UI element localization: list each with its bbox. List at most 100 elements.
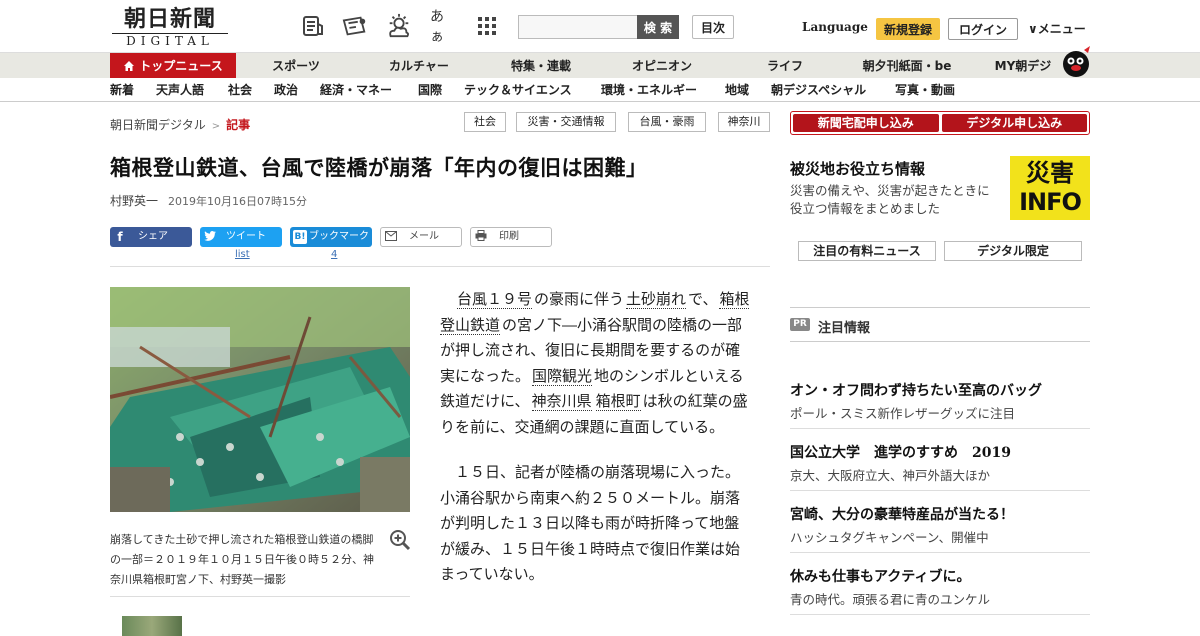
tag-link[interactable]: 台風・豪雨	[628, 112, 706, 132]
weather-icon[interactable]	[386, 13, 412, 38]
divider	[110, 266, 770, 267]
toc-button[interactable]: 目次	[692, 15, 734, 39]
promo-title[interactable]: 宮崎、大分の豪華特産品が当たる！	[790, 504, 1014, 524]
tag-link[interactable]: 災害・交通情報	[516, 112, 616, 132]
keyword-link[interactable]: 台風１９号	[457, 290, 533, 309]
language-link[interactable]: Language	[802, 20, 868, 34]
font-size-icon[interactable]: あぁ	[430, 9, 456, 45]
article-headline: 箱根登山鉄道、台風で陸橋が崩落「年内の復旧は困難」	[110, 155, 648, 180]
search-button[interactable]: 検 索	[637, 15, 679, 39]
keyword-link[interactable]: 箱根町	[595, 392, 641, 411]
subscription-icon[interactable]	[342, 14, 368, 38]
nav-top-news[interactable]: トップニュース	[110, 53, 236, 79]
mascot-icon[interactable]	[1060, 44, 1092, 78]
divider	[790, 428, 1090, 429]
sub-nav: 新着 天声人語 社会 政治 経済・マネー 国際 テック＆サイエンス 環境・エネル…	[0, 78, 1200, 102]
logo-subtext: DIGITAL	[112, 33, 228, 48]
promo-subtitle[interactable]: ポール・スミス新作レザーグッズに注目	[790, 403, 1015, 422]
login-button[interactable]: ログイン	[948, 18, 1018, 40]
digital-subscribe-button[interactable]: デジタル申し込み	[941, 114, 1087, 132]
disaster-info-description: 災害の備えや、災害が起きたときに役立つ情報をまとめました	[790, 183, 990, 216]
article-body: 台風１９号 の豪雨に伴う 土砂崩れ で、 箱根登山鉄道 の宮ノ下―小涌谷駅間の陸橋の一部が…	[440, 287, 750, 608]
home-delivery-button[interactable]: 新聞宅配申し込み	[793, 114, 939, 132]
disaster-info-title[interactable]: 被災地お役立ち情報	[790, 158, 925, 179]
nav-newspaper[interactable]: 朝夕刊紙面・be	[846, 53, 968, 79]
logo-text: 災害	[1026, 159, 1074, 187]
subnav-item[interactable]: 社会	[228, 78, 252, 102]
hatena-bookmark-button[interactable]: B! ブックマーク	[290, 227, 372, 247]
promo-subtitle[interactable]: 京大、大阪府立大、神戸外語大ほか	[790, 465, 990, 484]
keyword-link[interactable]: 土砂崩れ	[626, 290, 687, 309]
print-button[interactable]: 印刷	[470, 227, 552, 247]
tag-link[interactable]: 社会	[464, 112, 506, 132]
divider	[790, 341, 1090, 342]
grid-icon[interactable]	[474, 14, 500, 38]
article-paragraph: １５日、記者が陸橋の崩落現場に入った。小涌谷駅から南東へ約２５０メートル。崩落が…	[440, 463, 741, 583]
nav-features[interactable]: 特集・連載	[482, 53, 600, 79]
site-header: 朝日新聞 DIGITAL あぁ 検 索 目次 Language 新規登録 ログイ…	[0, 0, 1200, 52]
search-input[interactable]	[518, 15, 638, 39]
subnav-item[interactable]: 環境・エネルギー	[601, 78, 697, 102]
disaster-info-logo[interactable]: 災害 INFO	[1010, 156, 1090, 220]
paper-list-icon[interactable]	[300, 14, 326, 38]
site-logo[interactable]: 朝日新聞 DIGITAL	[112, 6, 228, 48]
menu-button[interactable]: ∨メニュー	[1028, 20, 1086, 37]
subnav-item[interactable]: 地域	[725, 78, 749, 102]
pr-section-title: 注目情報	[818, 321, 871, 336]
promo-subtitle[interactable]: ハッシュタグキャンペーン、開催中	[790, 527, 989, 546]
breadcrumb: 朝日新聞デジタル > 記事	[110, 116, 250, 133]
divider	[790, 614, 1090, 615]
article-photo[interactable]	[110, 287, 410, 512]
byline: 村野英一 2019年10月16日07時15分	[110, 192, 307, 209]
nav-label: トップニュース	[139, 59, 223, 73]
hatena-icon: B!	[293, 230, 307, 244]
nav-life[interactable]: ライフ	[724, 53, 846, 79]
keyword-link[interactable]: 国際観光	[532, 366, 593, 386]
twitter-share-button[interactable]: ツイート	[200, 227, 282, 247]
tag-link[interactable]: 神奈川	[718, 112, 770, 132]
twitter-count[interactable]: list	[235, 249, 250, 260]
promo-subtitle[interactable]: 青の時代。頑張る君に青のユンケル	[790, 589, 990, 608]
logo-text: INFO	[1019, 188, 1082, 216]
nav-sports[interactable]: スポーツ	[236, 53, 356, 79]
hatena-count[interactable]: 4	[331, 249, 337, 260]
mail-icon	[381, 227, 401, 247]
promo-title[interactable]: 国公立大学 進学のすすめ 2019	[790, 442, 1011, 462]
subnav-item[interactable]: テック＆サイエンス	[464, 78, 572, 102]
subnav-item[interactable]: 新着	[110, 78, 134, 102]
publish-date: 2019年10月16日07時15分	[168, 195, 307, 208]
mail-share-button[interactable]: メール	[380, 227, 462, 247]
facebook-share-button[interactable]: f シェア	[110, 227, 192, 247]
subnav-item[interactable]: 朝デジスペシャル	[771, 78, 866, 102]
breadcrumb-home[interactable]: 朝日新聞デジタル	[110, 118, 206, 132]
facebook-icon: f	[117, 230, 123, 244]
article-paragraph: 台風１９号 の豪雨に伴う 土砂崩れ で、 箱根登山鉄道 の宮ノ下―小涌谷駅間の陸橋の一部が…	[440, 287, 750, 440]
share-label: シェア	[138, 231, 168, 242]
author-name[interactable]: 村野英一	[110, 194, 158, 208]
photo-thumbnail[interactable]	[122, 616, 182, 636]
keyword-link[interactable]: 神奈川県	[531, 392, 592, 411]
promo-title[interactable]: オン・オフ問わず持ちたい至高のバッグ	[790, 380, 1042, 400]
twitter-icon	[200, 227, 220, 247]
subnav-item[interactable]: 写真・動画	[895, 78, 955, 102]
subnav-item[interactable]: 経済・マネー	[320, 78, 392, 102]
zoom-icon[interactable]	[389, 529, 411, 551]
subscribe-bar: 新聞宅配申し込み デジタル申し込み	[790, 111, 1090, 135]
divider	[790, 552, 1090, 553]
pr-badge: PR	[790, 318, 810, 331]
paragraph-text: で、	[688, 290, 718, 308]
subnav-item[interactable]: 政治	[274, 78, 298, 102]
subnav-item[interactable]: 天声人語	[156, 78, 204, 102]
subnav-item[interactable]: 国際	[418, 78, 442, 102]
nav-opinion[interactable]: オピニオン	[600, 53, 724, 79]
digital-only-tab[interactable]: デジタル限定	[944, 241, 1082, 261]
paid-news-tab[interactable]: 注目の有料ニュース	[798, 241, 936, 261]
print-icon	[471, 227, 491, 247]
breadcrumb-current: 記事	[226, 118, 251, 132]
share-label: メール	[409, 231, 439, 242]
register-button[interactable]: 新規登録	[876, 18, 940, 40]
divider	[790, 490, 1090, 491]
promo-title[interactable]: 休みも仕事もアクティブに。	[790, 566, 970, 586]
nav-culture[interactable]: カルチャー	[356, 53, 482, 79]
main-nav: トップニュース スポーツ カルチャー 特集・連載 オピニオン ライフ 朝夕刊紙面…	[0, 52, 1200, 79]
